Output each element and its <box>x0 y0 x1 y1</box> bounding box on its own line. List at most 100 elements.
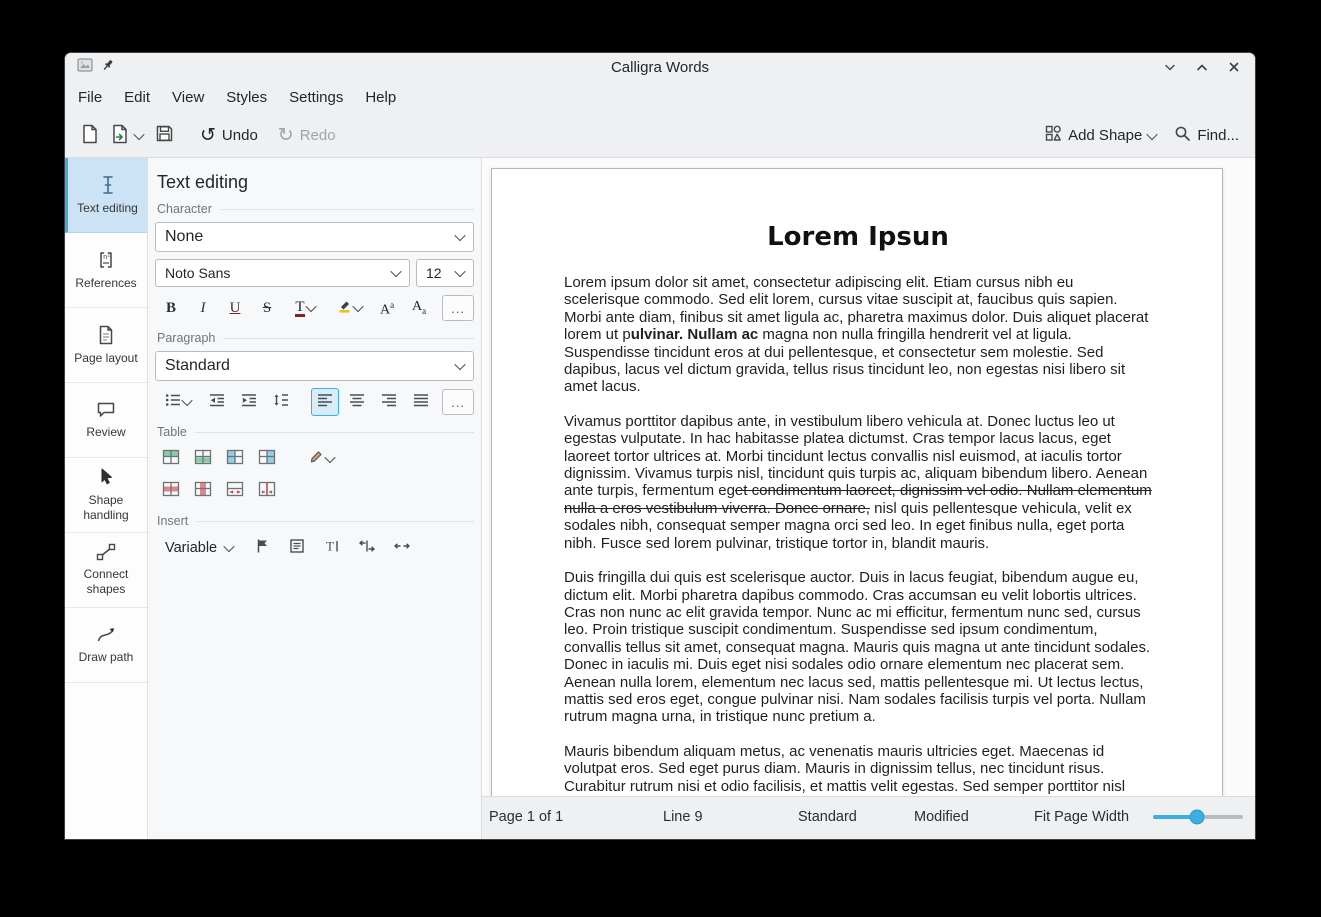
align-justify-button[interactable] <box>407 388 435 416</box>
merge-cells-icon <box>226 481 244 502</box>
menu-view[interactable]: View <box>161 84 215 111</box>
font-color-button[interactable]: T <box>285 294 325 322</box>
italic-button[interactable]: I <box>189 294 217 322</box>
sidebar-tab-label: Connect shapes <box>65 567 147 597</box>
sidebar-tab-draw-path[interactable]: Draw path <box>65 608 147 683</box>
delete-row-button[interactable] <box>157 477 185 505</box>
sidebar-tab-label: Draw path <box>75 650 138 665</box>
sidebar-tab-review[interactable]: Review <box>65 383 147 458</box>
superscript-button[interactable]: Aa <box>373 294 401 322</box>
save-button[interactable] <box>149 119 180 152</box>
character-style-combobox[interactable]: None <box>155 222 474 252</box>
menu-help[interactable]: Help <box>354 84 407 111</box>
menu-edit[interactable]: Edit <box>113 84 161 111</box>
decrease-indent-button[interactable] <box>203 388 231 416</box>
align-right-button[interactable] <box>375 388 403 416</box>
document-body[interactable]: Lorem ipsum dolor sit amet, consectetur … <box>564 274 1152 795</box>
menu-styles[interactable]: Styles <box>215 84 278 111</box>
chevron-down-icon <box>324 452 335 463</box>
split-sections-button[interactable] <box>353 534 381 562</box>
sidebar-tab-references[interactable]: n1 References <box>65 233 147 308</box>
paragraph-style-combobox[interactable]: Standard <box>155 351 474 381</box>
minimize-button[interactable]: .st{stroke:#3b3e41;stroke-width:1.6;fill… <box>1161 58 1179 76</box>
main-toolbar: ↺ Undo ↻ Redo Add Shape Find... <box>65 114 1255 158</box>
merge-cells-button[interactable] <box>221 477 249 505</box>
line-spacing-button[interactable] <box>267 388 295 416</box>
character-more-button[interactable]: ... <box>442 295 474 321</box>
undo-button[interactable]: ↺ Undo <box>194 122 264 149</box>
insert-text-icon: T <box>324 538 340 559</box>
insert-row-above-button[interactable] <box>157 445 185 473</box>
insert-row-below-button[interactable] <box>189 445 217 473</box>
variable-label: Variable <box>165 540 217 556</box>
delete-column-icon <box>194 481 212 502</box>
find-button[interactable]: Find... <box>1168 120 1245 151</box>
add-shape-button[interactable]: Add Shape <box>1039 120 1162 151</box>
zoom-slider-handle[interactable] <box>1190 810 1205 825</box>
open-document-button[interactable] <box>105 119 149 153</box>
insert-bookmark-button[interactable] <box>248 534 276 562</box>
paragraph-section-header: Paragraph <box>157 331 474 345</box>
document-paragraph[interactable]: Vivamus porttitor dapibus ante, in vesti… <box>564 413 1152 552</box>
insert-column-left-button[interactable] <box>221 445 249 473</box>
document-paragraph[interactable]: Lorem ipsum dolor sit amet, consectetur … <box>564 274 1152 396</box>
insert-text-button[interactable]: T <box>318 534 346 562</box>
list-style-button[interactable] <box>157 388 199 416</box>
horizontal-arrows-icon <box>358 539 376 558</box>
undo-icon: ↺ <box>200 128 216 144</box>
insert-paragraph-between-sections-button[interactable] <box>388 534 416 562</box>
highlight-color-button[interactable] <box>329 294 369 322</box>
new-document-button[interactable] <box>75 119 105 153</box>
underline-button[interactable]: U <box>221 294 249 322</box>
sidebar-tab-connect-shapes[interactable]: Connect shapes <box>65 533 147 608</box>
insert-row-below-icon <box>194 449 212 470</box>
redo-button[interactable]: ↻ Redo <box>272 122 342 149</box>
insert-row: Variable T <box>157 534 474 562</box>
increase-indent-button[interactable] <box>235 388 263 416</box>
draw-path-icon <box>96 626 116 644</box>
table-border-pen-button[interactable] <box>299 445 343 473</box>
page-layout-icon <box>97 325 115 345</box>
document-title[interactable]: Lorem Ipsun <box>564 222 1152 252</box>
zoom-slider[interactable] <box>1153 815 1243 819</box>
split-cells-button[interactable] <box>253 477 281 505</box>
text-cursor-icon <box>99 175 117 195</box>
document-paragraph[interactable]: Duis fringilla dui quis est scelerisque … <box>564 569 1152 726</box>
text-editing-docker: Text editing Character None Noto Sans 12 <box>148 158 482 839</box>
maximize-button[interactable] <box>1193 58 1211 76</box>
redo-icon: ↻ <box>278 128 294 144</box>
zoom-mode-button[interactable]: Fit Page Width <box>1034 809 1129 825</box>
align-left-button[interactable] <box>311 388 339 416</box>
references-icon: n1 <box>97 250 115 270</box>
sidebar-tab-text-editing[interactable]: Text editing <box>65 158 147 233</box>
style-indicator: Standard <box>798 809 857 825</box>
insert-variable-dropdown[interactable]: Variable <box>157 536 241 560</box>
font-family-combobox[interactable]: Noto Sans <box>155 259 410 287</box>
insert-section-header: Insert <box>157 514 474 528</box>
titlebar[interactable]: Calligra Words .st{stroke:#3b3e41;stroke… <box>65 53 1255 81</box>
increase-indent-icon <box>241 393 257 412</box>
subscript-button[interactable]: Aa <box>405 294 433 322</box>
strikethrough-button[interactable]: S <box>253 294 281 322</box>
sidebar-tab-shape-handling[interactable]: Shape handling <box>65 458 147 533</box>
paragraph-more-button[interactable]: ... <box>442 389 474 415</box>
insert-column-right-icon <box>258 449 276 470</box>
bold-button[interactable]: B <box>157 294 185 322</box>
document-page[interactable]: Lorem Ipsun Lorem ipsum dolor sit amet, … <box>491 168 1223 796</box>
chevron-down-icon <box>454 359 465 370</box>
close-button[interactable] <box>1225 58 1243 76</box>
sidebar-tab-page-layout[interactable]: Page layout <box>65 308 147 383</box>
delete-column-button[interactable] <box>189 477 217 505</box>
insert-column-right-button[interactable] <box>253 445 281 473</box>
svg-text:1: 1 <box>107 252 110 258</box>
document-paragraph[interactable]: Mauris bibendum aliquam metus, ac venena… <box>564 743 1152 795</box>
menu-file[interactable]: File <box>67 84 113 111</box>
text-segment: Mauris bibendum aliquam metus, ac venena… <box>564 743 1125 795</box>
font-size-combobox[interactable]: 12 <box>416 259 474 287</box>
align-center-button[interactable] <box>343 388 371 416</box>
menu-settings[interactable]: Settings <box>278 84 354 111</box>
paragraph-section-label: Paragraph <box>157 331 215 345</box>
insert-section-button[interactable] <box>283 534 311 562</box>
chevron-down-icon <box>305 301 316 312</box>
document-canvas[interactable]: Lorem Ipsun Lorem ipsum dolor sit amet, … <box>482 158 1255 796</box>
